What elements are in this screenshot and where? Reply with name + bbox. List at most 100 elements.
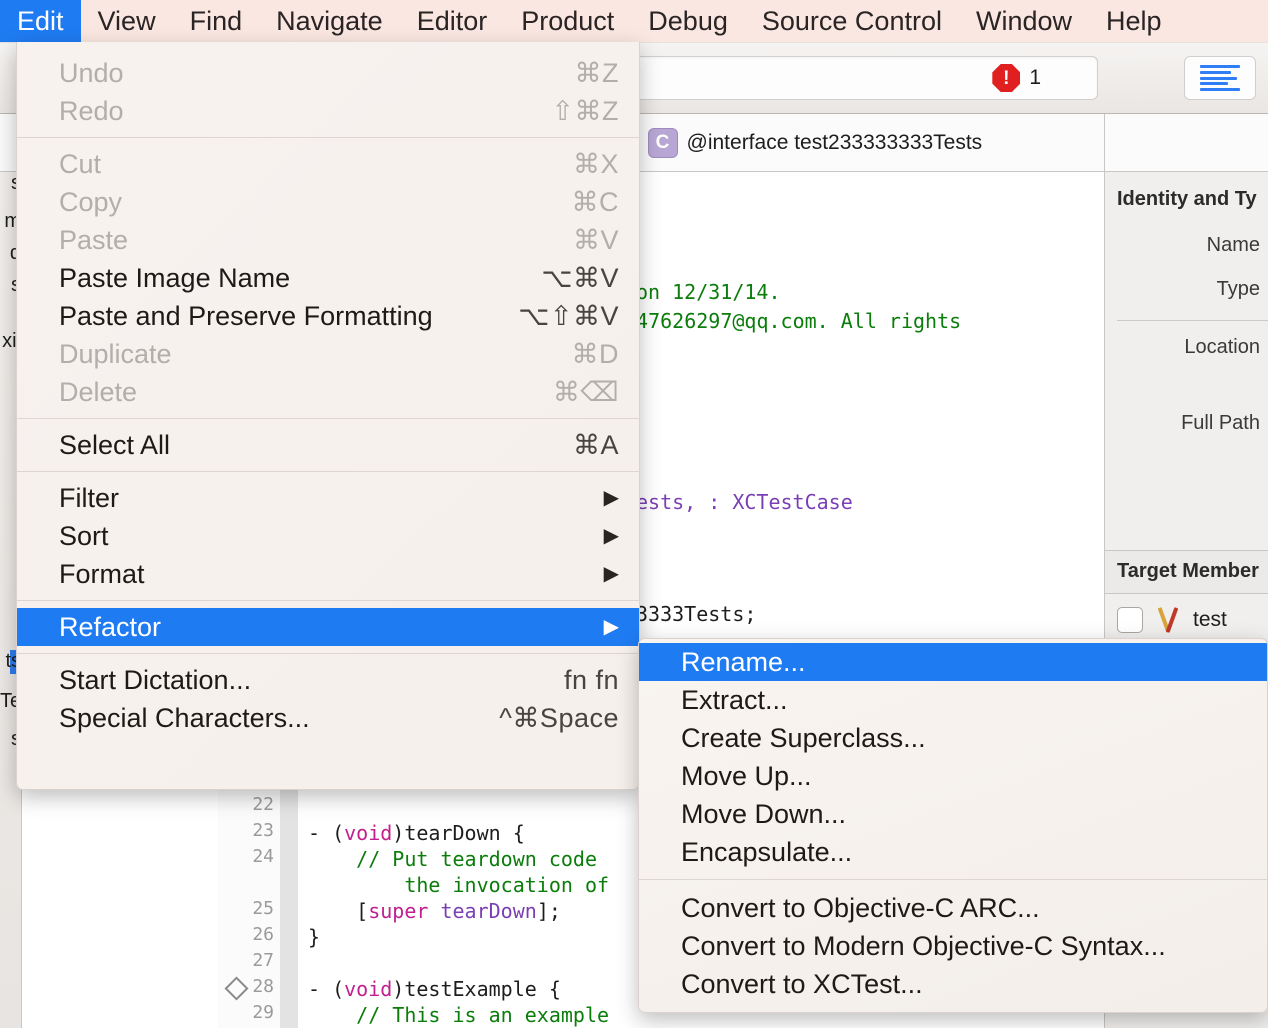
refactor-menu-item-extract[interactable]: Extract...	[639, 681, 1267, 719]
menu-item-shortcut: ⌘D	[571, 338, 619, 369]
code-token-plain: ];	[536, 899, 561, 923]
menu-item-label: Cut	[59, 148, 102, 179]
menu-item-label: Convert to XCTest...	[681, 968, 923, 999]
menu-separator	[17, 471, 639, 472]
submenu-arrow-icon: ▶	[603, 525, 619, 547]
menu-item-shortcut: ⌘A	[572, 429, 619, 460]
edit-menu-item-paste-image-name[interactable]: Paste Image Name ⌥⌘V	[17, 259, 639, 297]
menu-item-label: Move Down...	[681, 798, 847, 829]
refactor-menu-item-move-down[interactable]: Move Down...	[639, 795, 1267, 833]
code-token-comment: // Put teardown code	[308, 847, 597, 871]
menubar-item-navigate[interactable]: Navigate	[259, 0, 400, 42]
menu-item-shortcut: ⌘Z	[574, 57, 619, 88]
line-number: 25	[252, 898, 274, 919]
edit-menu-item-redo: Redo ⇧⌘Z	[17, 92, 639, 130]
menu-separator	[17, 418, 639, 419]
edit-menu-item-paste: Paste ⌘V	[17, 221, 639, 259]
refactor-menu-item-convert-to-objective-c-arc[interactable]: Convert to Objective-C ARC...	[639, 889, 1267, 927]
refactor-menu-item-convert-to-xctest[interactable]: Convert to XCTest...	[639, 965, 1267, 1003]
menu-separator	[17, 600, 639, 601]
refactor-menu-item-encapsulate[interactable]: Encapsulate...	[639, 833, 1267, 871]
refactor-submenu-panel[interactable]: Rename... Extract... Create Superclass... M…	[638, 638, 1268, 1013]
code-line: - (void)tearDown {	[308, 820, 525, 846]
code-token-kw: void	[344, 977, 393, 1001]
menubar-item-window[interactable]: Window	[959, 0, 1089, 42]
target-name: test	[1193, 608, 1227, 631]
menubar-item-debug[interactable]: Debug	[631, 0, 745, 42]
refactor-menu-item-convert-to-modern-objective-c-syntax[interactable]: Convert to Modern Objective-C Syntax...	[639, 927, 1267, 965]
menubar-item-help[interactable]: Help	[1089, 0, 1179, 42]
menu-item-label: Sort	[59, 520, 109, 551]
line-number: 22	[252, 794, 274, 815]
code-line: // Put teardown code	[308, 846, 597, 872]
class-symbol-icon: C	[647, 127, 678, 158]
menu-item-label: Copy	[59, 186, 123, 217]
line-number: 26	[252, 924, 274, 945]
code-token-plain: }	[308, 925, 321, 949]
edit-menu-item-delete: Delete ⌘⌫	[17, 373, 639, 411]
menubar-item-source-control[interactable]: Source Control	[745, 0, 959, 42]
menu-item-label: Delete	[59, 376, 138, 407]
menubar-item-view[interactable]: View	[81, 0, 173, 42]
menubar-item-editor[interactable]: Editor	[400, 0, 505, 42]
menu-item-shortcut: ⌥⇧⌘V	[518, 300, 619, 331]
menu-item-label: Create Superclass...	[681, 722, 926, 753]
line-number: 24	[252, 846, 274, 867]
menu-item-label: Undo	[59, 57, 124, 88]
target-checkbox[interactable]	[1117, 607, 1143, 633]
inspector-label-location: Location	[1184, 336, 1260, 358]
edit-menu-item-select-all[interactable]: Select All ⌘A	[17, 426, 639, 464]
editor-view-toggle-button[interactable]	[1184, 56, 1256, 100]
edit-menu-item-paste-and-preserve-formatting[interactable]: Paste and Preserve Formatting ⌥⇧⌘V	[17, 297, 639, 335]
submenu-arrow-icon: ▶	[603, 563, 619, 585]
edit-menu-item-format[interactable]: Format ▶	[17, 555, 639, 593]
menubar-item-find[interactable]: Find	[173, 0, 260, 42]
edit-menu-item-copy: Copy ⌘C	[17, 183, 639, 221]
code-line: - (void)testExample {	[308, 976, 561, 1002]
error-badge[interactable]: 1	[992, 64, 1041, 92]
code-token-kw: super	[368, 899, 429, 923]
jump-bar-symbol[interactable]: @interface test233333333Tests	[687, 131, 983, 155]
refactor-menu-item-create-superclass[interactable]: Create Superclass...	[639, 719, 1267, 757]
menubar-item-edit[interactable]: Edit	[0, 0, 81, 42]
refactor-menu-item-move-up[interactable]: Move Up...	[639, 757, 1267, 795]
code-token-plain: - (	[308, 821, 345, 845]
edit-menu-item-start-dictation[interactable]: Start Dictation... fn fn	[17, 661, 639, 699]
menu-item-label: Format	[59, 558, 145, 589]
inspector-label-name: Name	[1206, 234, 1260, 256]
target-membership-row[interactable]: test	[1105, 600, 1268, 640]
code-line: the invocation of	[308, 872, 609, 898]
edit-menu-item-filter[interactable]: Filter ▶	[17, 479, 639, 517]
menu-separator	[17, 653, 639, 654]
menu-item-label: Redo	[59, 95, 124, 126]
menu-item-label: Duplicate	[59, 338, 172, 369]
menu-item-label: Special Characters...	[59, 702, 310, 733]
code-token-type: tearDown	[428, 899, 537, 923]
inspector-section-target: Target Member	[1117, 560, 1259, 582]
edit-menu-item-refactor[interactable]: Refactor ▶	[17, 608, 639, 646]
menu-item-label: Paste and Preserve Formatting	[59, 300, 433, 331]
edit-menu-item-cut: Cut ⌘X	[17, 145, 639, 183]
menu-item-shortcut: fn fn	[563, 664, 619, 695]
code-token-comment: the invocation of	[308, 873, 610, 897]
menu-item-shortcut: ^⌘Space	[499, 702, 619, 733]
target-app-icon	[1153, 606, 1183, 634]
menu-item-label: Move Up...	[681, 760, 812, 791]
edit-menu-panel[interactable]: Undo ⌘Z Redo ⇧⌘Z Cut ⌘X Copy ⌘C Paste ⌘V Paste Ima…	[16, 42, 640, 790]
code-token-plain: - (	[308, 977, 345, 1001]
edit-menu-item-duplicate: Duplicate ⌘D	[17, 335, 639, 373]
edit-menu-item-special-characters[interactable]: Special Characters... ^⌘Space	[17, 699, 639, 737]
menu-item-label: Encapsulate...	[681, 836, 853, 867]
code-line: [super tearDown];	[308, 898, 561, 924]
edit-menu-item-sort[interactable]: Sort ▶	[17, 517, 639, 555]
code-token-comment: // This is an example	[308, 1003, 610, 1027]
code-token-plain: )testExample {	[392, 977, 561, 1001]
edit-menu-item-undo: Undo ⌘Z	[17, 54, 639, 92]
menubar-item-product[interactable]: Product	[504, 0, 631, 42]
inspector-label-fullpath: Full Path	[1181, 412, 1260, 434]
code-token-plain: )tearDown {	[392, 821, 525, 845]
refactor-menu-item-rename[interactable]: Rename...	[639, 643, 1267, 681]
macos-menu-bar[interactable]: Edit View Find Navigate Editor Product Debug So…	[0, 0, 1268, 42]
menu-item-shortcut: ⌘X	[572, 148, 619, 179]
menu-item-shortcut: ⌘C	[571, 186, 619, 217]
